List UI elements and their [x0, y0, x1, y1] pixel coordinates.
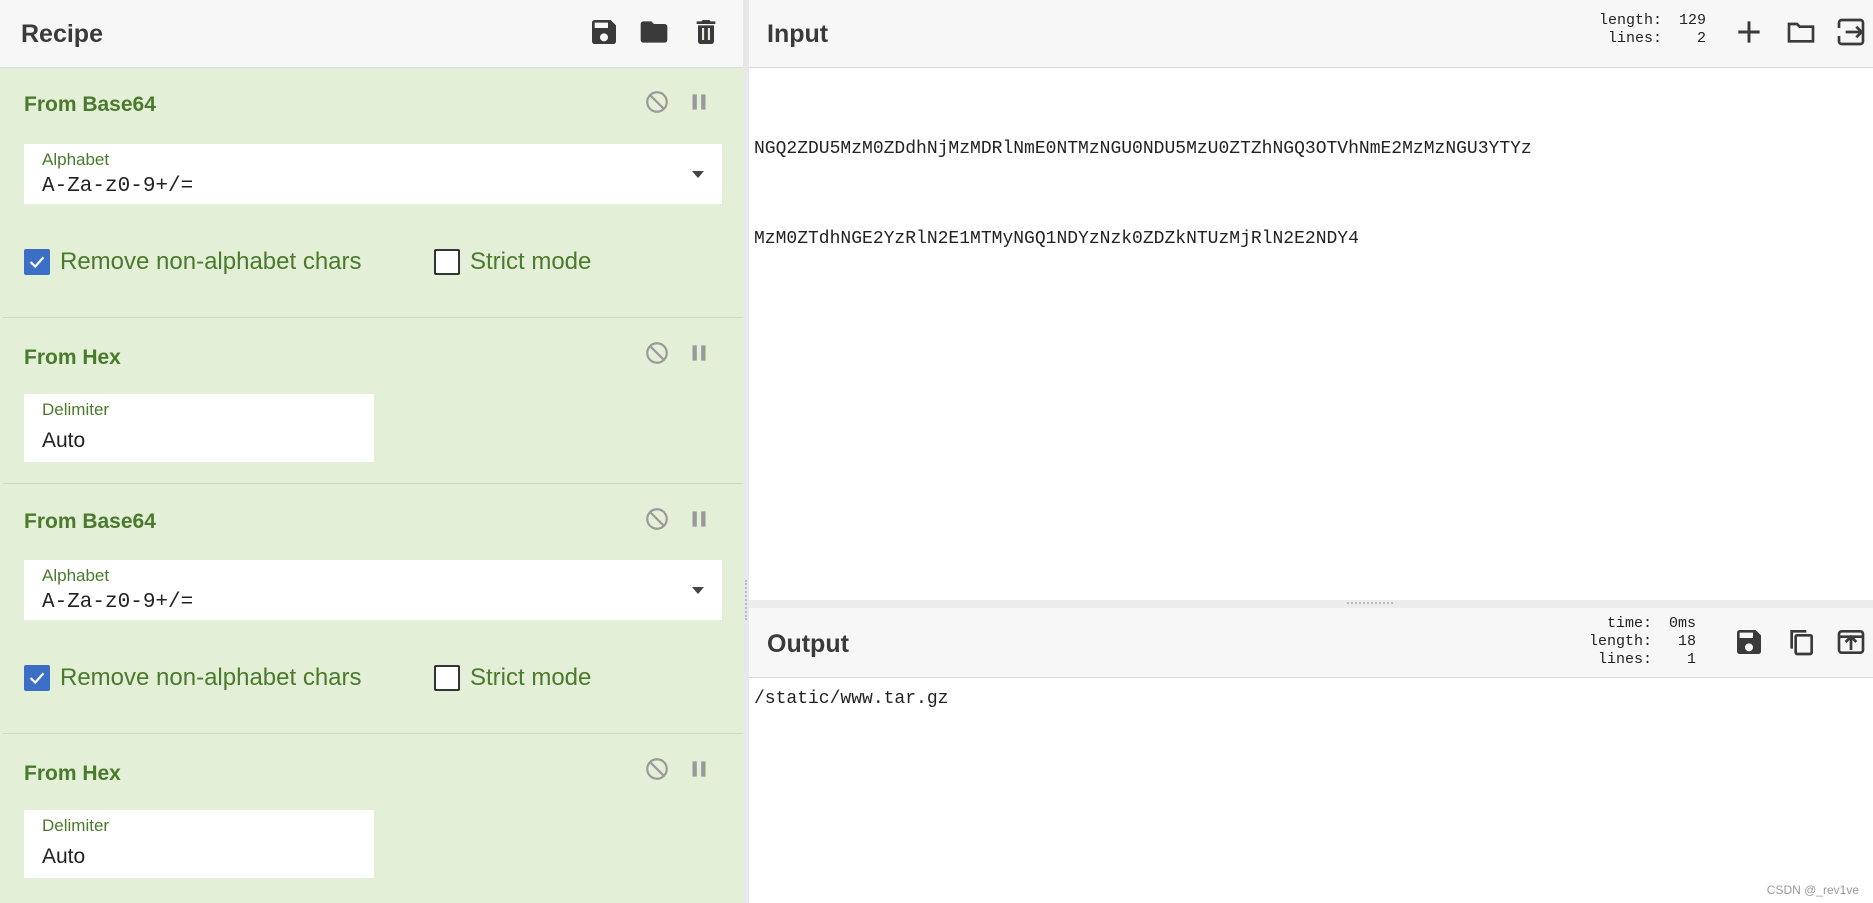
output-text[interactable]: /static/www.tar.gz: [754, 684, 948, 714]
pause-operation-icon[interactable]: [686, 340, 712, 366]
save-recipe-icon[interactable]: [588, 16, 620, 48]
lines-value: 2: [1697, 30, 1707, 47]
checkbox-checked-icon[interactable]: [24, 665, 50, 691]
operation-from-hex: From Hex Delimiter Auto: [3, 318, 743, 484]
disable-operation-icon[interactable]: [644, 340, 670, 366]
delimiter-label: Delimiter: [42, 400, 110, 419]
checkbox-checked-icon[interactable]: [24, 249, 50, 275]
copy-icon[interactable]: [1785, 626, 1817, 658]
alphabet-value: A-Za-z0-9+/=: [42, 175, 194, 198]
recipe-title: Recipe: [21, 20, 103, 48]
disable-operation-icon[interactable]: [644, 506, 670, 532]
operation-from-base64: From Base64 Alphabet A-Za-z0-9+/= Remove…: [3, 484, 743, 734]
strict-mode-checkbox[interactable]: Strict mode: [434, 246, 591, 278]
checkbox-label: Remove non-alphabet chars: [60, 664, 362, 691]
pause-operation-icon[interactable]: [686, 756, 712, 782]
watermark: CSDN @_rev1ve: [1766, 883, 1859, 897]
delimiter-label: Delimiter: [42, 816, 110, 835]
recipe-header: Recipe: [0, 0, 743, 68]
checkbox-label: Remove non-alphabet chars: [60, 248, 362, 275]
disable-operation-icon[interactable]: [644, 756, 670, 782]
time-value: 0ms: [1669, 615, 1697, 632]
pause-operation-icon[interactable]: [686, 89, 712, 115]
operation-title: From Hex: [24, 762, 121, 785]
checkbox-label: Strict mode: [470, 248, 592, 275]
strict-mode-checkbox[interactable]: Strict mode: [434, 662, 591, 694]
checkbox-unchecked-icon[interactable]: [434, 249, 460, 275]
save-output-icon[interactable]: [1733, 626, 1765, 658]
lines-label: lines:: [1608, 30, 1663, 47]
input-stats: length: 129 lines: 2: [1599, 12, 1706, 48]
checkbox-label: Strict mode: [470, 664, 592, 691]
output-title: Output: [767, 630, 849, 658]
operation-from-hex: From Hex Delimiter Auto: [3, 734, 743, 903]
input-header: Input length: 129 lines: 2: [749, 0, 1873, 68]
load-recipe-folder-icon[interactable]: [638, 16, 670, 48]
alphabet-label: Alphabet: [42, 150, 110, 169]
output-header: Output time: 0ms length: 18 lines: 1: [749, 608, 1873, 678]
checkbox-unchecked-icon[interactable]: [434, 665, 460, 691]
lines-value: 1: [1687, 651, 1697, 668]
alphabet-label: Alphabet: [42, 566, 110, 585]
remove-non-alphabet-checkbox[interactable]: Remove non-alphabet chars: [24, 662, 362, 694]
alphabet-dropdown[interactable]: Alphabet A-Za-z0-9+/=: [24, 144, 722, 204]
length-label: length:: [1599, 12, 1663, 29]
alphabet-dropdown[interactable]: Alphabet A-Za-z0-9+/=: [24, 560, 722, 620]
chevron-down-icon: [692, 171, 704, 178]
lines-label: lines:: [1598, 651, 1653, 668]
length-value: 18: [1678, 633, 1697, 650]
chevron-down-icon: [692, 587, 704, 594]
time-label: time:: [1607, 615, 1653, 632]
length-value: 129: [1679, 12, 1707, 29]
io-resize-handle[interactable]: [749, 600, 1873, 608]
operation-title: From Hex: [24, 346, 121, 369]
input-title: Input: [767, 20, 829, 48]
operation-title: From Base64: [24, 510, 156, 533]
remove-non-alphabet-checkbox[interactable]: Remove non-alphabet chars: [24, 246, 362, 278]
length-label: length:: [1589, 633, 1653, 650]
input-textarea[interactable]: NGQ2ZDU5MzM0ZDdhNjMzMDRlNmE0NTMzNGU0NDU5…: [754, 74, 1532, 284]
output-stats: time: 0ms length: 18 lines: 1: [1589, 615, 1696, 669]
open-folder-icon[interactable]: [1785, 16, 1817, 48]
input-line: NGQ2ZDU5MzM0ZDdhNjMzMDRlNmE0NTMzNGU0NDU5…: [754, 139, 1532, 159]
disable-operation-icon[interactable]: [644, 89, 670, 115]
operation-title: From Base64: [24, 93, 156, 116]
insert-file-icon[interactable]: [1835, 16, 1867, 48]
pause-operation-icon[interactable]: [686, 506, 712, 532]
operation-from-base64: From Base64 Alphabet A-Za-z0-9+/= Remove…: [3, 69, 743, 318]
delimiter-value: Auto: [42, 429, 86, 452]
delimiter-value: Auto: [42, 845, 86, 868]
delimiter-input[interactable]: Delimiter Auto: [24, 394, 374, 462]
recipe-pane: Recipe From Base64 Alphabet A-Za-z0-9+/=: [0, 0, 743, 903]
clear-recipe-trash-icon[interactable]: [690, 16, 722, 48]
alphabet-value: A-Za-z0-9+/=: [42, 591, 194, 614]
replace-input-icon[interactable]: [1835, 626, 1867, 658]
plus-icon[interactable]: [1733, 16, 1765, 48]
input-line: MzM0ZTdhNGE2YzRlN2E1MTMyNGQ1NDYzNzk0ZDZk…: [754, 229, 1359, 249]
delimiter-input[interactable]: Delimiter Auto: [24, 810, 374, 878]
pane-resize-handle[interactable]: [743, 0, 749, 903]
